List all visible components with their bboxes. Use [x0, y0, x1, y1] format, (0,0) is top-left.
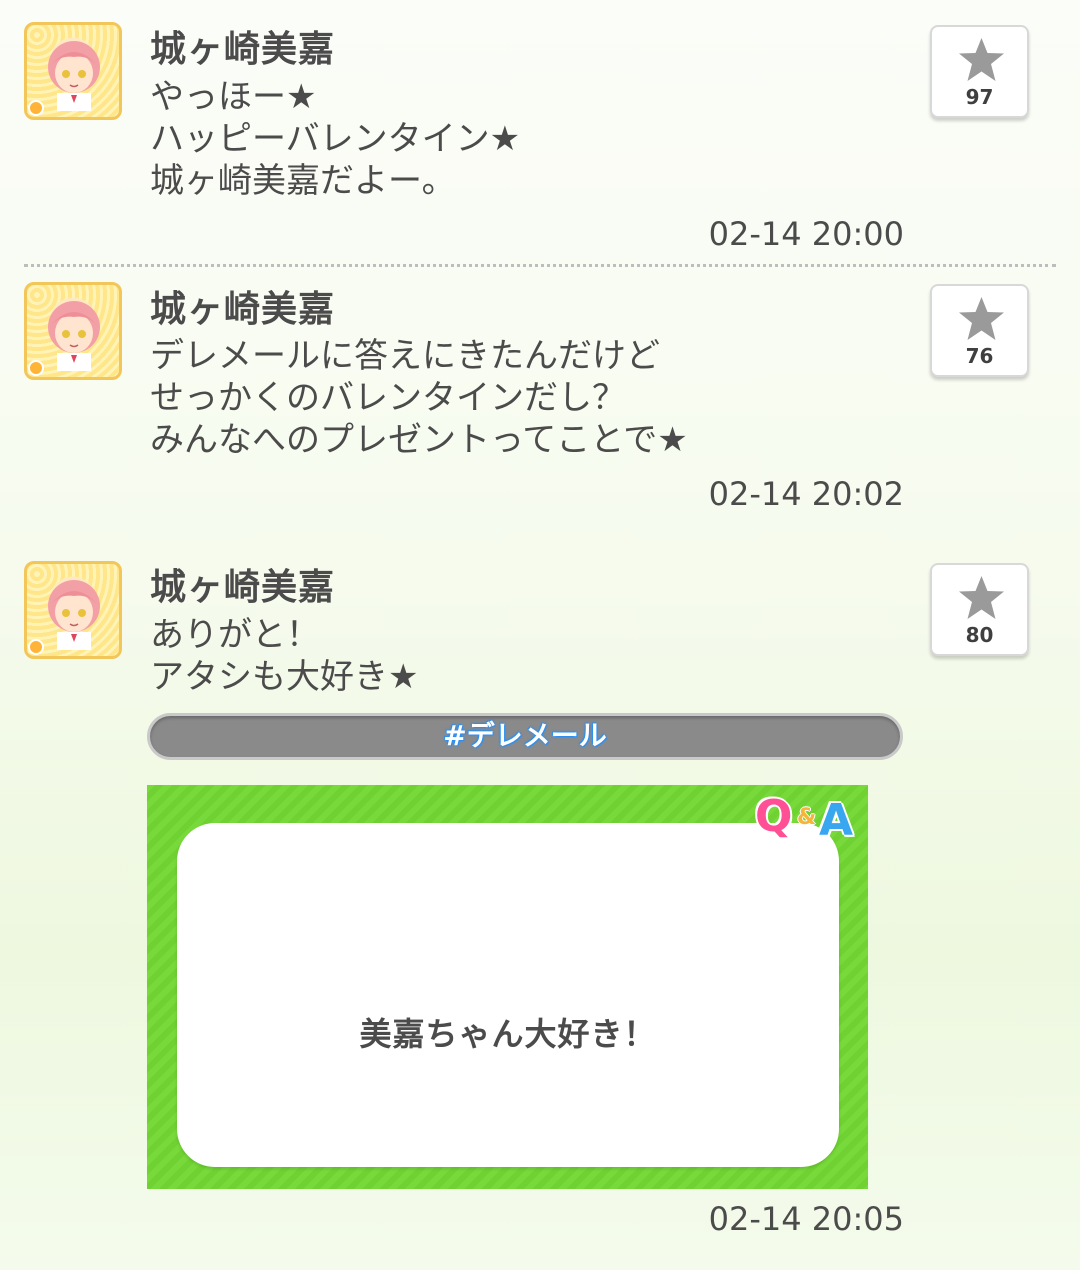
qa-card-inner: 美嘉ちゃん大好き！ [177, 823, 839, 1167]
star-icon [959, 297, 1004, 340]
timestamp: 02-14 20:05 [708, 1200, 904, 1238]
like-count: 80 [965, 623, 994, 647]
timestamp: 02-14 20:02 [708, 475, 904, 513]
post-body: やっほー★ ハッピーバレンタイン★ 城ヶ崎美嘉だよー。 [150, 76, 520, 202]
like-count: 97 [965, 85, 994, 109]
qa-card[interactable]: 美嘉ちゃん大好き！ Q & A [147, 785, 868, 1189]
post-divider [24, 264, 1056, 267]
character-face-icon [48, 580, 100, 650]
post-line: せっかくのバレンタインだし？ [150, 378, 626, 418]
qa-card-text: 美嘉ちゃん大好き！ [359, 1015, 657, 1053]
like-count: 76 [965, 344, 994, 368]
flower-badge-icon [28, 639, 44, 655]
post-line: ハッピーバレンタイン★ [150, 119, 521, 159]
author-name: 城ヶ崎美嘉 [150, 567, 336, 608]
avatar[interactable] [24, 22, 122, 120]
character-face-icon [48, 41, 100, 111]
star-icon [959, 576, 1004, 619]
qa-logo-amp: & [797, 805, 817, 830]
flower-badge-icon [28, 360, 44, 376]
timestamp: 02-14 20:00 [708, 215, 904, 253]
like-button[interactable]: 97 [930, 25, 1029, 118]
post-body: デレメールに答えにきたんだけど せっかくのバレンタインだし？ みんなへのプレゼン… [150, 335, 688, 461]
qa-logo-a: A [819, 795, 854, 846]
post-line: みんなへのプレゼントってことで★ [150, 420, 688, 460]
flower-badge-icon [28, 100, 44, 116]
qa-logo-q: Q [755, 791, 793, 842]
post-line: デレメールに答えにきたんだけど [150, 336, 660, 376]
post-line: 城ヶ崎美嘉だよー。 [150, 161, 456, 201]
like-button[interactable]: 76 [930, 284, 1029, 377]
post-body: ありがと！ アタシも大好き★ [150, 614, 418, 698]
star-icon [959, 38, 1004, 81]
post-line: ありがと！ [150, 615, 320, 655]
avatar[interactable] [24, 561, 122, 659]
post-line: アタシも大好き★ [150, 657, 419, 697]
author-name: 城ヶ崎美嘉 [150, 289, 336, 330]
like-button[interactable]: 80 [930, 563, 1029, 656]
character-face-icon [48, 301, 100, 371]
qa-logo-icon: Q & A [753, 791, 863, 847]
hashtag-button[interactable]: #デレメール [147, 713, 903, 760]
author-name: 城ヶ崎美嘉 [150, 29, 336, 70]
avatar[interactable] [24, 282, 122, 380]
post-line: やっほー★ [150, 77, 317, 117]
